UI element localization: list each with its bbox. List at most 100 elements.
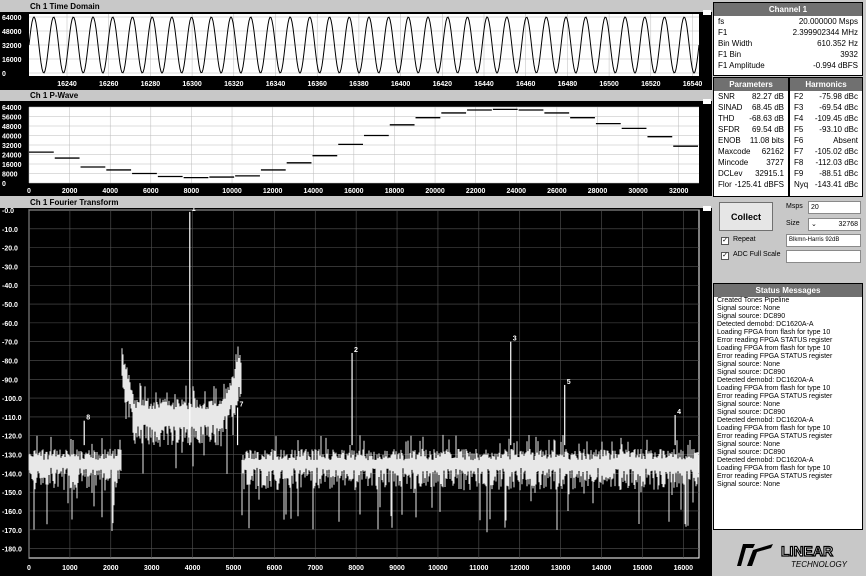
fft-ytick-label: -20.0: [2, 246, 18, 253]
size-select[interactable]: ⌄ 32768: [808, 218, 861, 231]
pw-xtick-label: 24000: [507, 188, 527, 195]
status-message: Detected demobd: DC1620A-A: [717, 457, 814, 464]
window-select[interactable]: Blkmn-Harris 92dB: [786, 234, 861, 247]
harm-value: -93.10 dBc: [819, 125, 858, 134]
pw-xtick-label: 14000: [304, 188, 324, 195]
fft-ytick-label: -160.0: [2, 509, 22, 516]
time-domain-panel[interactable]: 64000 48000 32000 16000 0 16240 16260 16280 1630…: [0, 12, 712, 90]
parameters-title: Parameters: [714, 78, 788, 91]
fft-plot[interactable]: -0.0 -10.0 -20.0 -30.0 -40.0 -50.0 -60.0 -70.0 -…: [0, 206, 712, 576]
time-domain-plot[interactable]: 64000 48000 32000 16000 0 16240 16260 16280 1630…: [0, 12, 712, 90]
linear-technology-logo: LINEAR TECHNOLOGY: [733, 538, 861, 572]
status-message: Signal source: DC890: [717, 313, 786, 320]
harm-row: F9 -88.51 dBc: [790, 168, 862, 179]
pwave-legend-box[interactable]: [703, 99, 711, 104]
channel-value: 3932: [840, 50, 858, 59]
repeat-checkbox[interactable]: ✓: [721, 237, 729, 245]
harmonics-panel: Harmonics F2 -75.98 dBc F3 -69.54 dBc F4 -109…: [789, 77, 863, 197]
channel-panel: Channel 1 fs 20.000000 Msps F1 2.399902344 …: [713, 2, 863, 76]
channel-title: Channel 1: [714, 3, 862, 16]
status-message: Detected demobd: DC1620A-A: [717, 377, 814, 384]
status-message: Signal source: DC890: [717, 369, 786, 376]
fft-legend-box[interactable]: [703, 206, 711, 211]
td-xtick-label: 16280: [141, 81, 161, 88]
pw-ytick-label: 24000: [2, 153, 22, 160]
pwave-plot[interactable]: 6400056000480004000032000240001600080000…: [0, 101, 712, 196]
pwave-panel[interactable]: 64000 56000 48000 40000 32000 24000 16000 8000 0…: [0, 101, 712, 196]
harm-value: -143.41 dBc: [814, 180, 858, 189]
fft-ytick-label: -140.0: [2, 471, 22, 478]
status-message: Signal source: None: [717, 401, 781, 408]
channel-row: Bin Width 610.352 Hz: [714, 38, 862, 49]
param-row: THD -68.63 dB: [714, 113, 788, 124]
fft-ytick-label: -130.0: [2, 453, 22, 460]
pw-xtick-label: 16000: [344, 188, 364, 195]
adc-full-scale-checkbox[interactable]: ✓: [721, 252, 729, 260]
param-value: 62162: [761, 147, 784, 156]
param-row: SFDR 69.54 dB: [714, 124, 788, 135]
param-row: SNR 82.27 dB: [714, 91, 788, 102]
param-key: SNR: [718, 92, 735, 101]
collect-button[interactable]: Collect: [719, 202, 773, 231]
lt-logo-icon: LINEAR TECHNOLOGY: [737, 542, 848, 569]
status-message: Detected demobd: DC1620A-A: [717, 417, 814, 424]
pw-xtick-label: 6000: [143, 188, 159, 195]
status-title: Status Messages: [714, 284, 862, 297]
td-ytick-label: 48000: [2, 29, 22, 36]
pw-xtick-label: 12000: [263, 188, 283, 195]
param-key: Flor: [718, 180, 732, 189]
channel-value: -0.994 dBFS: [813, 61, 858, 70]
fft-xtick-label: 16000: [674, 565, 694, 572]
pw-xtick-label: 18000: [385, 188, 405, 195]
status-message: Created Tones Pipeline: [717, 297, 790, 304]
param-row: SINAD 68.45 dB: [714, 102, 788, 113]
channel-key: F1: [718, 28, 728, 37]
harm-value: Absent: [833, 136, 858, 145]
harm-value: -112.03 dBc: [815, 158, 858, 167]
param-row: DCLev 32915.1: [714, 168, 788, 179]
msps-input[interactable]: 20: [808, 201, 861, 214]
fft-panel[interactable]: -0.0 -10.0 -20.0 -30.0 -40.0 -50.0 -60.0 -70.0 -…: [0, 206, 712, 576]
fft-harmonic-label: 4: [677, 409, 681, 416]
fft-xtick-label: 12000: [510, 565, 530, 572]
pw-xtick-label: 30000: [628, 188, 648, 195]
fft-harmonic-label: 2: [354, 347, 358, 354]
status-message: Signal source: None: [717, 481, 781, 488]
param-value: 32915.1: [755, 169, 784, 178]
fft-xtick-label: 4000: [185, 565, 201, 572]
fft-xtick-label: 9000: [389, 565, 405, 572]
fft-xtick-label: 8000: [348, 565, 364, 572]
fft-ytick-label: -40.0: [2, 283, 18, 290]
param-value: 69.54 dB: [751, 125, 784, 134]
fft-xtick-label: 7000: [307, 565, 323, 572]
channel-value: 610.352 Hz: [817, 39, 858, 48]
status-message: Signal source: DC890: [717, 449, 786, 456]
fft-ytick-label: -60.0: [2, 321, 18, 328]
td-xtick-label: 16240: [57, 81, 77, 88]
param-key: ENOB: [718, 136, 741, 145]
fft-xtick-label: 14000: [592, 565, 612, 572]
repeat-label: Repeat: [733, 236, 756, 243]
adc-full-scale-field[interactable]: [786, 250, 861, 263]
harm-key: F4: [794, 114, 804, 123]
harm-key: Nyq: [794, 180, 809, 189]
fft-xtick-label: 13000: [551, 565, 571, 572]
status-message: Loading FPGA from flash for type 10: [717, 329, 831, 336]
fft-xtick-label: 2000: [103, 565, 119, 572]
pw-xtick-label: 4000: [102, 188, 118, 195]
time-domain-legend-box[interactable]: [703, 10, 711, 15]
td-xtick-label: 16400: [391, 81, 411, 88]
status-message: Error reading FPGA STATUS register: [717, 473, 833, 480]
pw-xtick-label: 20000: [425, 188, 445, 195]
pw-ytick-label: 32000: [2, 143, 22, 150]
chevron-down-icon[interactable]: ⌄: [811, 219, 817, 230]
pw-ytick-label: 64000: [2, 105, 22, 112]
status-panel[interactable]: Status Messages Created Tones Pipeline Si…: [713, 283, 863, 530]
status-message: Signal source: None: [717, 361, 781, 368]
td-ytick-label: 0: [2, 71, 6, 78]
fft-harmonic-label: 7: [240, 402, 244, 409]
harm-value: -69.54 dBc: [819, 103, 858, 112]
harm-key: F3: [794, 103, 804, 112]
pw-xtick-label: 22000: [466, 188, 486, 195]
param-value: -125.41 dBFS: [734, 180, 784, 189]
